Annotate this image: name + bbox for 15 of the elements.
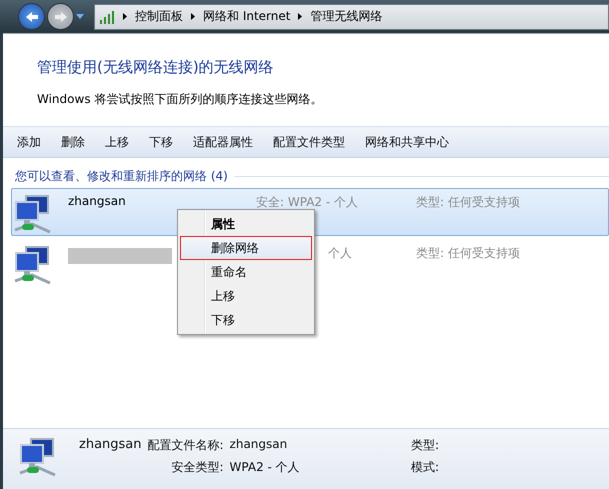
mode-label: 模式: [410,458,440,476]
network-security: 安全: WPA2 - 个人 [256,194,359,211]
profile-name-value: zhangsan [230,437,288,453]
description-text: Windows 将尝试按照下面所列的顺序连接这些网络。 [36,91,324,108]
network-type: 类型: 任何受支持项 [416,245,521,262]
details-network-name: zhangsan [79,437,142,454]
group-header: 您可以查看、修改和重新排序的网络 (4) [15,168,228,185]
network-security: 个人 [327,245,353,262]
network-type: 类型: 任何受支持项 [416,194,521,211]
security-type-label: 安全类型: [170,458,224,476]
profile-name-label: 配置文件名称: [148,437,224,454]
network-name: zhangsan [68,194,127,208]
security-type-value: WPA2 - 个人 [230,458,301,476]
page-heading: 管理使用(无线网络连接)的无线网络 [36,57,275,77]
type-label: 类型: [410,437,440,454]
